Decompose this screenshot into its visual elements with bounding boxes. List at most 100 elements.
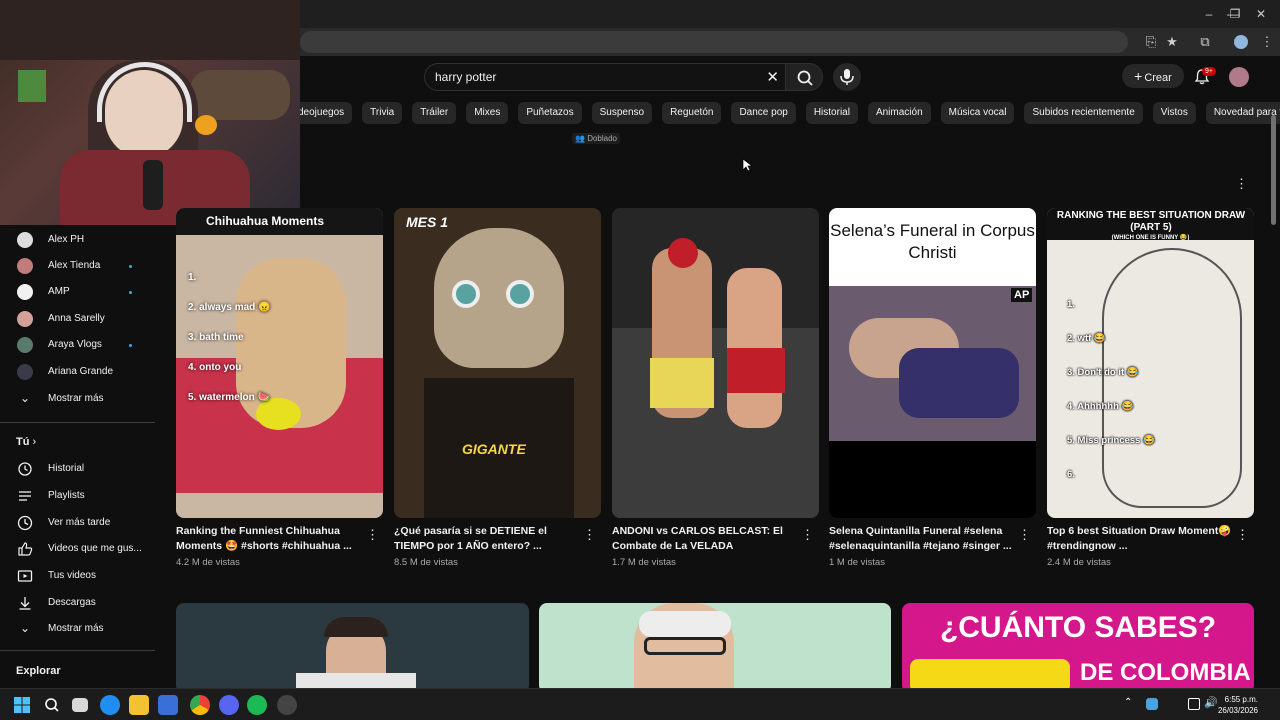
show-more-you[interactable]: ⌄ Mostrar más (0, 617, 160, 641)
sidebar-item-alex-tienda[interactable]: Alex Tienda (0, 254, 160, 278)
filter-chip[interactable]: Tráiler (412, 102, 457, 124)
voice-search-button[interactable] (833, 63, 861, 91)
thumb-caption: RANKING THE BEST SITUATION DRAW (PART 5) (1056, 210, 1246, 233)
filter-chip[interactable]: Reguetón (662, 102, 722, 124)
obs-icon[interactable] (277, 695, 297, 715)
sidebar-item-your-videos[interactable]: Tus videos (0, 564, 160, 588)
video-thumbnail[interactable]: Chihuahua Moments 1. 2. always mad 😠 3. … (176, 208, 383, 518)
filter-chip[interactable]: Música vocal (940, 102, 1015, 124)
extensions-icon[interactable]: ⧉ (1196, 33, 1214, 51)
playlist-icon (19, 491, 31, 501)
channel-avatar (17, 232, 33, 248)
minimize-button[interactable]: – (1201, 6, 1217, 22)
show-more-label: Mostrar más (48, 393, 104, 404)
chrome-icon[interactable] (190, 695, 210, 715)
more-options-icon[interactable]: ⋮ (1235, 176, 1248, 192)
filter-chip[interactable]: Animación (867, 102, 931, 124)
bookmark-star-icon[interactable]: ★ (1163, 33, 1181, 51)
more-options-icon[interactable]: ⋮ (366, 527, 379, 543)
clock-date: 26/03/2026 (1217, 706, 1258, 715)
scrollbar[interactable] (1271, 115, 1276, 225)
video-views: 4.2 M de vistas (176, 557, 240, 568)
more-options-icon[interactable]: ⋮ (801, 527, 814, 543)
video-title[interactable]: Selena Quintanilla Funeral #selena #sele… (829, 524, 1014, 554)
video-thumbnail[interactable] (612, 208, 819, 518)
filter-chip[interactable]: Puñetazos (518, 102, 582, 124)
sidebar-item-label: Playlists (48, 490, 85, 501)
avatar[interactable] (1229, 67, 1249, 87)
filter-chip[interactable]: Novedad para ti (1205, 102, 1280, 124)
file-explorer-icon[interactable] (129, 695, 149, 715)
volume-icon[interactable]: 🔊 (1204, 696, 1218, 709)
sidebar-item-label: Historial (48, 463, 85, 474)
video-thumbnail[interactable]: Selena’s Funeral in Corpus Christi AP (829, 208, 1036, 518)
tray-app-icon[interactable] (1146, 698, 1158, 710)
sidebar-item-liked-videos[interactable]: Videos que me gus... (0, 537, 160, 561)
thumb-subheadline: DE COLOMBIA (1080, 659, 1251, 686)
profile-icon[interactable] (1232, 33, 1250, 51)
sidebar-item-downloads[interactable]: Descargas (0, 591, 160, 615)
video-title[interactable]: ¿Qué pasaría si se DETIENE el TIEMPO por… (394, 524, 579, 554)
video-title[interactable]: Top 6 best Situation Draw Moment🤪 #trend… (1047, 524, 1232, 554)
restore-button[interactable]: ❐ (1227, 6, 1243, 22)
cast-icon[interactable]: ⎘ (1142, 33, 1160, 51)
browser-menu-icon[interactable]: ⋮ (1258, 33, 1276, 51)
video-views: 8.5 M de vistas (394, 557, 458, 568)
edge-icon[interactable] (100, 695, 120, 715)
task-view-icon[interactable] (72, 698, 88, 712)
filter-chip[interactable]: Dance pop (731, 102, 796, 124)
filter-chip[interactable]: Trivia (362, 102, 403, 124)
store-icon[interactable] (158, 695, 178, 715)
filter-chip[interactable]: Vistos (1152, 102, 1196, 124)
video-thumbnail[interactable]: MES 1 GIGANTE (394, 208, 601, 518)
more-options-icon[interactable]: ⋮ (1236, 527, 1249, 543)
show-more-subscriptions[interactable]: ⌄ Mostrar más (0, 387, 160, 411)
sidebar-item-araya-vlogs[interactable]: Araya Vlogs (0, 333, 160, 357)
dubbed-label: Doblado (587, 134, 618, 143)
sidebar-item-label: Alex PH (48, 234, 85, 245)
more-options-icon[interactable]: ⋮ (1018, 527, 1031, 543)
new-content-dot (129, 344, 132, 347)
video-title[interactable]: Ranking the Funniest Chihuahua Moments 🤩… (176, 524, 361, 554)
video-thumbnail[interactable]: ¿CUÁNTO SABES? DE COLOMBIA (902, 603, 1254, 693)
discord-icon[interactable] (219, 695, 239, 715)
thumb-list-item: 6. (1067, 469, 1075, 480)
explore-heading: Explorar (16, 665, 61, 677)
chevron-up-icon[interactable]: ⌃ (1124, 697, 1132, 708)
search-box[interactable]: harry potter ✕ (424, 63, 786, 91)
video-thumbnail[interactable]: RANKING THE BEST SITUATION DRAW (PART 5)… (1047, 208, 1254, 518)
network-icon[interactable] (1188, 698, 1200, 710)
create-button[interactable]: + Crear (1122, 64, 1184, 88)
chevron-down-icon: ⌄ (19, 391, 31, 405)
filter-chip[interactable]: Historial (805, 102, 858, 124)
yellow-shorts (650, 358, 714, 408)
taskbar-clock[interactable]: 6:55 p.m. 26/03/2026 (1218, 694, 1258, 716)
sidebar-item-anna-sarelly[interactable]: Anna Sarelly (0, 307, 160, 331)
sidebar-item-playlists[interactable]: Playlists (0, 484, 160, 508)
boxing-ring (612, 328, 819, 518)
filter-chip[interactable]: Mixes (466, 102, 509, 124)
thumb-list-item: 1. (188, 272, 197, 283)
address-bar[interactable] (300, 31, 1128, 53)
sidebar-item-watch-later[interactable]: Ver más tarde (0, 511, 160, 535)
video-thumbnail[interactable] (176, 603, 529, 693)
notification-badge: 9+ (1202, 67, 1216, 76)
you-section-link[interactable]: Tú › (16, 436, 36, 448)
sidebar-item-history[interactable]: Historial (0, 457, 160, 481)
search-button[interactable] (785, 63, 823, 91)
close-window-button[interactable]: ✕ (1253, 6, 1269, 22)
spotify-icon[interactable] (247, 695, 267, 715)
video-thumbnail[interactable] (539, 603, 891, 693)
search-input[interactable]: harry potter (435, 70, 496, 84)
more-options-icon[interactable]: ⋮ (583, 527, 596, 543)
filter-chip[interactable]: Suspenso (591, 102, 653, 124)
thumbs-up-icon (18, 542, 33, 556)
video-title[interactable]: ANDONI vs CARLOS BELCAST: El Combate de … (612, 524, 797, 554)
windows-start-icon[interactable] (12, 695, 32, 715)
sidebar-item-amp[interactable]: AMP (0, 280, 160, 304)
filter-chip[interactable]: Subidos recientemente (1024, 102, 1143, 124)
close-icon[interactable]: ✕ (766, 68, 779, 86)
sidebar-item-alex-ph[interactable]: Alex PH (0, 228, 160, 252)
sidebar-item-ariana-grande[interactable]: Ariana Grande (0, 360, 160, 384)
search-icon[interactable] (42, 695, 62, 715)
